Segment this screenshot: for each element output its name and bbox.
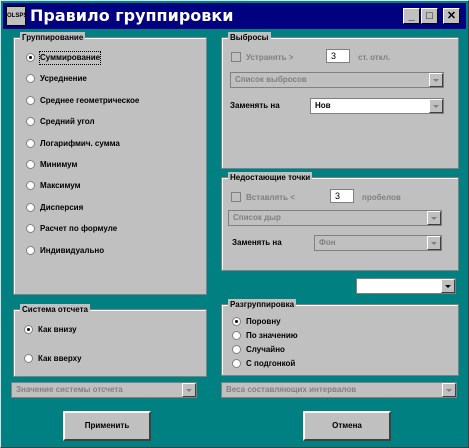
missing-group: Недостающие точки Вставлять < 3 пробелов… bbox=[221, 172, 459, 271]
grouping-group: Группирование Суммирование Усреднение Сред… bbox=[13, 32, 207, 295]
radio-circle-icon[interactable] bbox=[232, 345, 241, 354]
missing-replace-combo[interactable]: Фон bbox=[314, 235, 442, 251]
reference-radio-label: Как вверху bbox=[38, 354, 82, 363]
radio-circle-icon[interactable] bbox=[26, 117, 35, 127]
missing-replace-value: Фон bbox=[319, 238, 336, 247]
grouping-radio-label: Средний угол bbox=[40, 117, 95, 127]
radio-circle-icon[interactable] bbox=[26, 224, 35, 234]
grouping-radio-label: Среднее геометрическое bbox=[40, 95, 140, 105]
outliers-replace-value: Нов bbox=[315, 101, 331, 110]
ungroup-radio-label: Поровну bbox=[246, 317, 281, 326]
grouping-radio-label: Усреднение bbox=[40, 74, 87, 84]
missing-list-text: Список дыр bbox=[233, 213, 281, 222]
cancel-button[interactable]: Отмена bbox=[303, 411, 391, 441]
ungroup-radio-label: По значению bbox=[246, 331, 298, 340]
reference-group: Система отсчета Как внизу Как вверху bbox=[13, 304, 207, 377]
ungroup-radio-label: Случайно bbox=[246, 345, 285, 354]
chevron-down-icon[interactable] bbox=[429, 99, 443, 113]
radio-circle-icon[interactable] bbox=[26, 74, 35, 84]
radio-circle-icon[interactable] bbox=[232, 331, 241, 340]
minimize-button[interactable]: _ bbox=[403, 8, 420, 24]
grouping-radio-label: Логарифмич. сумма bbox=[40, 138, 120, 148]
radio-circle-icon[interactable] bbox=[26, 138, 35, 148]
outliers-value-field[interactable]: 3 bbox=[326, 49, 350, 63]
outliers-unit: ст. откл. bbox=[358, 53, 391, 62]
reference-combo[interactable]: Значение системы отсчета bbox=[11, 382, 197, 398]
radio-circle-icon[interactable] bbox=[26, 181, 35, 191]
missing-list-combo[interactable]: Список дыр bbox=[228, 210, 442, 226]
outliers-checkbox-label: Устранять > bbox=[246, 53, 294, 62]
window-title: Правило группировки bbox=[30, 6, 234, 25]
missing-value-field[interactable]: 3 bbox=[330, 189, 354, 203]
radio-circle-icon[interactable] bbox=[26, 202, 35, 212]
grouping-radio-label: Дисперсия bbox=[40, 202, 84, 212]
outliers-list-text: Список выбросов bbox=[235, 75, 307, 84]
chevron-down-icon[interactable] bbox=[442, 383, 456, 397]
ungroup-group: Разгруппировка Поровну По значению Случайн… bbox=[221, 299, 459, 376]
grouping-title: Группирование bbox=[20, 32, 86, 43]
missing-checkbox[interactable] bbox=[231, 192, 241, 202]
outliers-list-combo[interactable]: Список выбросов bbox=[230, 72, 444, 88]
radio-circle-icon[interactable] bbox=[232, 359, 241, 368]
apply-button[interactable]: Применить bbox=[63, 411, 151, 441]
chevron-down-icon[interactable] bbox=[441, 279, 455, 293]
missing-title: Недостающие точки bbox=[228, 172, 313, 183]
chevron-down-icon[interactable] bbox=[429, 73, 443, 87]
ungroup-combo-text: Веса составляющих интервалов bbox=[226, 385, 357, 394]
grouping-radio-label: Максимум bbox=[40, 181, 81, 191]
ungroup-title: Разгруппировка bbox=[228, 299, 297, 310]
radio-circle-icon[interactable] bbox=[24, 354, 33, 363]
grouping-radio-label: Суммирование bbox=[38, 51, 102, 65]
grouping-radio-label: Расчет по формуле bbox=[40, 224, 118, 234]
reference-combo-text: Значение системы отсчета bbox=[16, 385, 123, 394]
grouping-radio-label: Индивидуально bbox=[40, 245, 105, 255]
outliers-title: Выбросы bbox=[228, 32, 271, 43]
reference-radio-label: Как внизу bbox=[38, 325, 77, 334]
radio-circle-icon[interactable] bbox=[26, 53, 35, 62]
missing-unit: пробелов bbox=[362, 193, 401, 202]
outliers-replace-label: Заменять на bbox=[230, 101, 280, 110]
reference-title: Система отсчета bbox=[20, 304, 90, 315]
radio-circle-icon[interactable] bbox=[26, 245, 35, 255]
radio-circle-icon[interactable] bbox=[26, 160, 35, 169]
title-bar[interactable]: OLSPS Правило группировки _ □ ✕ bbox=[3, 3, 466, 29]
chevron-down-icon[interactable] bbox=[427, 211, 441, 225]
missing-replace-label: Заменять на bbox=[232, 238, 282, 247]
outliers-group: Выбросы Устранять > 3 ст. откл. Список в… bbox=[221, 32, 459, 169]
radio-circle-icon[interactable] bbox=[26, 95, 35, 105]
missing-checkbox-label: Вставлять < bbox=[246, 193, 295, 202]
grouping-radio-label: Минимум bbox=[40, 160, 78, 169]
chevron-down-icon[interactable] bbox=[427, 236, 441, 250]
chevron-down-icon[interactable] bbox=[182, 383, 196, 397]
app-icon[interactable]: OLSPS bbox=[6, 6, 27, 26]
ungroup-combo[interactable]: Веса составляющих интервалов bbox=[221, 382, 457, 398]
dialog-window: OLSPS Правило группировки _ □ ✕ Группиро… bbox=[0, 0, 469, 448]
outliers-checkbox[interactable] bbox=[231, 52, 241, 62]
outliers-replace-combo[interactable]: Нов bbox=[310, 98, 444, 114]
close-button[interactable]: ✕ bbox=[443, 8, 460, 24]
small-combo[interactable] bbox=[356, 278, 456, 294]
radio-circle-icon[interactable] bbox=[24, 325, 33, 334]
radio-circle-icon[interactable] bbox=[232, 317, 241, 326]
ungroup-radio-label: С подгонкой bbox=[246, 359, 296, 368]
maximize-button[interactable]: □ bbox=[421, 8, 438, 24]
